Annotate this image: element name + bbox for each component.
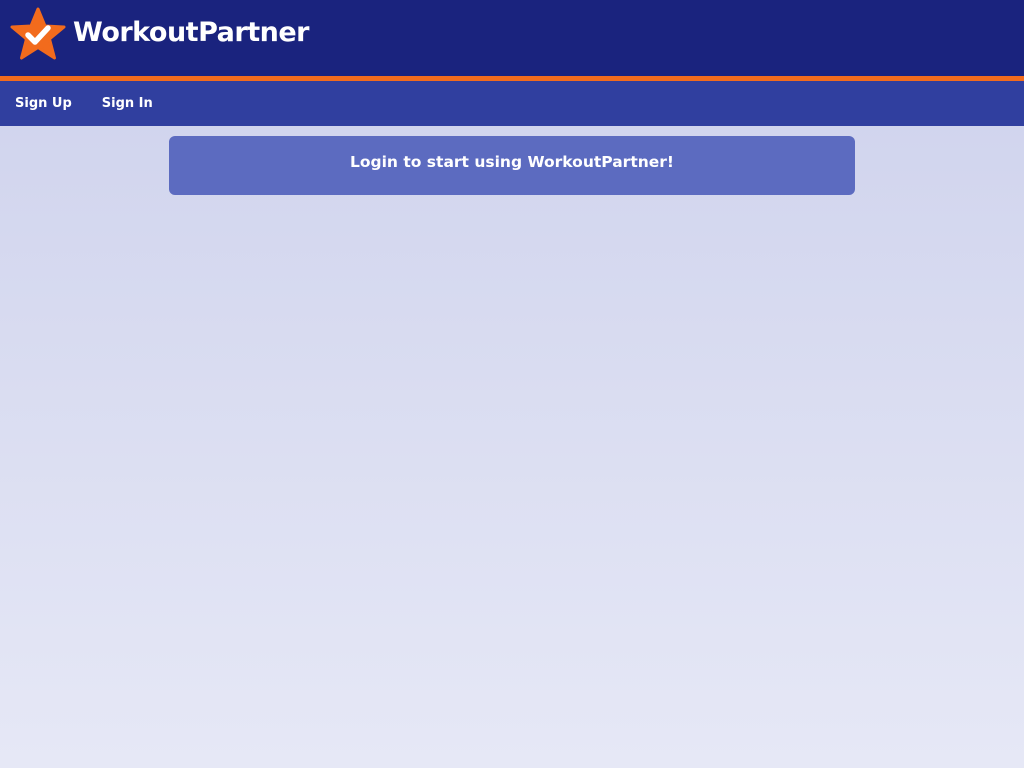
login-prompt-text: Login to start using WorkoutPartner! xyxy=(349,153,674,171)
login-prompt-banner: Login to start using WorkoutPartner! xyxy=(169,136,855,195)
star-check-icon xyxy=(10,7,66,60)
brand-logo-link[interactable]: WorkoutPartner xyxy=(10,7,309,61)
main-nav: Sign Up Sign In xyxy=(0,81,1024,126)
nav-sign-in[interactable]: Sign In xyxy=(102,96,153,111)
brand-name: WorkoutPartner xyxy=(73,17,309,48)
nav-sign-up[interactable]: Sign Up xyxy=(15,96,72,111)
app-header: WorkoutPartner xyxy=(0,0,1024,81)
